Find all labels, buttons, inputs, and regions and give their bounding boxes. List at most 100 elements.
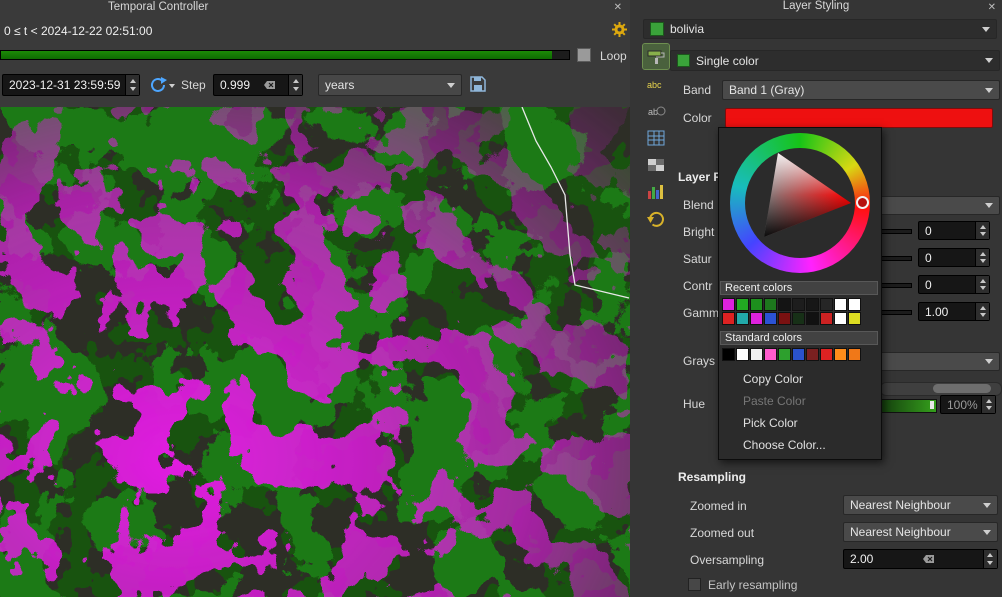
color-wheel[interactable] xyxy=(719,128,881,278)
clear-field-icon[interactable] xyxy=(920,554,935,564)
early-resampling-checkbox[interactable] xyxy=(688,578,701,591)
close-icon[interactable]: ✕ xyxy=(614,3,622,13)
temporal-timeline-slider[interactable] xyxy=(0,50,570,60)
contrast-slider[interactable] xyxy=(880,283,912,288)
gamma-spinbox[interactable]: 1.00 xyxy=(918,302,990,321)
tab-histogram[interactable] xyxy=(643,179,669,204)
gamma-value: 1.00 xyxy=(925,305,948,319)
color-swatch[interactable] xyxy=(722,348,735,361)
table-grid-icon xyxy=(646,128,666,148)
color-swatch[interactable] xyxy=(750,312,763,325)
color-swatch[interactable] xyxy=(806,298,819,311)
step-unit-combo[interactable]: years xyxy=(318,74,462,96)
map-canvas[interactable] xyxy=(0,107,630,597)
temporal-panel-title: Temporal Controller xyxy=(108,1,208,13)
resampling-title: Resampling xyxy=(678,470,746,484)
blending-mode-combo[interactable] xyxy=(880,196,1000,215)
menu-choose-color[interactable]: Choose Color... xyxy=(719,434,881,456)
color-swatch[interactable] xyxy=(736,298,749,311)
color-swatch[interactable] xyxy=(764,348,777,361)
gamma-slider[interactable] xyxy=(880,310,912,315)
brightness-slider[interactable] xyxy=(880,229,912,234)
saturation-value-triangle[interactable] xyxy=(730,133,870,273)
color-swatch[interactable] xyxy=(750,298,763,311)
color-swatch[interactable] xyxy=(778,298,791,311)
color-swatch[interactable] xyxy=(834,312,847,325)
color-button[interactable] xyxy=(725,108,993,128)
zoomed-in-combo[interactable]: Nearest Neighbour xyxy=(843,495,998,515)
tab-history[interactable] xyxy=(643,206,669,231)
band-combo[interactable]: Band 1 (Gray) xyxy=(722,80,1000,100)
color-swatch[interactable] xyxy=(736,348,749,361)
single-color-icon xyxy=(677,54,690,67)
datetime-value: 2023-12-31 23:59:59 xyxy=(9,78,120,92)
color-swatch[interactable] xyxy=(806,348,819,361)
svg-text:abc: abc xyxy=(647,80,662,90)
color-swatch[interactable] xyxy=(848,298,861,311)
brightness-value: 0 xyxy=(925,224,932,238)
refresh-icon[interactable] xyxy=(149,76,175,94)
gamma-label: Gamm xyxy=(683,306,719,320)
color-swatch[interactable] xyxy=(834,348,847,361)
grayscale-combo[interactable] xyxy=(880,352,1000,371)
color-swatch[interactable] xyxy=(792,312,805,325)
recent-colors-row1 xyxy=(722,298,861,311)
hue-label: Hue xyxy=(683,397,705,411)
colorize-strength-slider[interactable] xyxy=(880,382,1002,396)
menu-paste-color[interactable]: Paste Color xyxy=(719,390,881,412)
color-swatch[interactable] xyxy=(750,348,763,361)
color-swatch[interactable] xyxy=(834,298,847,311)
tab-attributes[interactable] xyxy=(643,125,669,150)
tab-labels[interactable]: abc xyxy=(643,71,669,96)
color-swatch[interactable] xyxy=(806,312,819,325)
color-swatch[interactable] xyxy=(820,312,833,325)
color-swatch[interactable] xyxy=(792,348,805,361)
tab-symbology[interactable] xyxy=(643,44,669,69)
brightness-spinbox[interactable]: 0 xyxy=(918,221,990,240)
loop-checkbox[interactable] xyxy=(577,48,591,62)
close-icon[interactable]: ✕ xyxy=(988,3,996,13)
renderer-combo[interactable]: Single color xyxy=(670,50,1000,71)
hue-strength-spinbox[interactable]: 100% xyxy=(940,395,996,414)
gear-icon[interactable] xyxy=(612,22,627,37)
color-swatch[interactable] xyxy=(778,312,791,325)
color-swatch[interactable] xyxy=(764,312,777,325)
color-swatch[interactable] xyxy=(722,298,735,311)
save-icon[interactable] xyxy=(470,76,486,92)
saturation-slider[interactable] xyxy=(880,256,912,261)
color-swatch[interactable] xyxy=(820,298,833,311)
color-swatch[interactable] xyxy=(764,298,777,311)
color-picker-popup: Recent colors Standard colors Copy Color… xyxy=(718,127,882,460)
menu-pick-color[interactable]: Pick Color xyxy=(719,412,881,434)
hue-colorize-slider[interactable] xyxy=(880,399,937,413)
step-spinbox[interactable]: 0.999 xyxy=(213,74,303,96)
slider-handle[interactable] xyxy=(930,401,934,409)
color-swatch[interactable] xyxy=(722,312,735,325)
datetime-spinbox[interactable]: 2023-12-31 23:59:59 xyxy=(2,74,140,96)
raster-layer-icon xyxy=(650,22,664,36)
zoomed-out-value: Nearest Neighbour xyxy=(850,525,951,539)
raster-layer xyxy=(0,107,630,597)
transparency-gradient-icon xyxy=(646,155,666,175)
contrast-label: Contr xyxy=(683,279,712,293)
menu-copy-color[interactable]: Copy Color xyxy=(719,368,881,390)
contrast-spinbox[interactable]: 0 xyxy=(918,275,990,294)
layer-selector-combo[interactable]: bolivia xyxy=(643,19,997,39)
mask-ab-icon: ab xyxy=(646,101,666,121)
color-swatch[interactable] xyxy=(736,312,749,325)
tab-transparency[interactable] xyxy=(643,152,669,177)
color-swatch[interactable] xyxy=(778,348,791,361)
hue-strength-value: 100% xyxy=(947,398,978,412)
color-swatch[interactable] xyxy=(848,312,861,325)
hue-marker[interactable] xyxy=(856,196,869,209)
color-swatch[interactable] xyxy=(848,348,861,361)
color-swatch[interactable] xyxy=(792,298,805,311)
saturation-spinbox[interactable]: 0 xyxy=(918,248,990,267)
slider-handle[interactable] xyxy=(933,384,991,393)
oversampling-spinbox[interactable]: 2.00 xyxy=(843,549,998,569)
clear-field-icon[interactable] xyxy=(261,80,276,90)
color-swatch[interactable] xyxy=(820,348,833,361)
recent-colors-row2 xyxy=(722,312,861,325)
tab-mask[interactable]: ab xyxy=(643,98,669,123)
zoomed-out-combo[interactable]: Nearest Neighbour xyxy=(843,522,998,542)
